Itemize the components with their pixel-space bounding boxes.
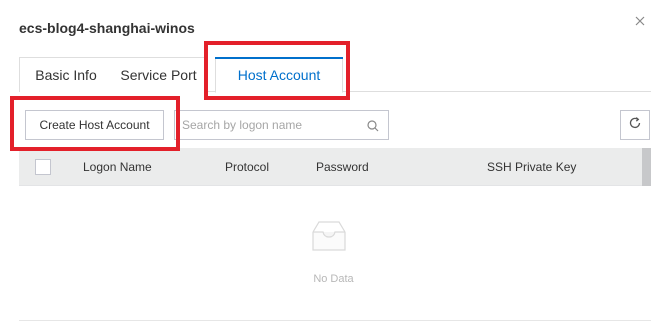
search-icon[interactable] — [366, 119, 380, 133]
search-box — [174, 110, 389, 140]
footer-divider — [19, 320, 651, 321]
scrollbar[interactable] — [642, 148, 651, 186]
search-input[interactable] — [182, 117, 362, 133]
tab-basic-info[interactable]: Basic Info — [19, 57, 113, 92]
column-header-logon-name[interactable]: Logon Name — [83, 160, 152, 174]
close-icon[interactable] — [633, 14, 647, 28]
tab-bar: Basic Info Service Port Host Account — [19, 57, 651, 93]
tab-label: Host Account — [237, 67, 321, 83]
create-host-account-button[interactable]: Create Host Account — [25, 110, 164, 140]
empty-box-icon — [305, 216, 353, 258]
empty-state-text: No Data — [313, 273, 354, 285]
tab-label: Service Port — [120, 67, 197, 83]
refresh-icon — [628, 116, 642, 135]
tab-host-account[interactable]: Host Account — [215, 57, 343, 93]
select-all-checkbox[interactable] — [35, 159, 51, 175]
column-header-password[interactable]: Password — [316, 160, 369, 174]
tab-service-port[interactable]: Service Port — [112, 57, 206, 92]
refresh-button[interactable] — [620, 110, 650, 140]
table-header: Logon Name Protocol Password SSH Private… — [19, 148, 642, 186]
dialog-title: ecs-blog4-shanghai-winos — [19, 20, 195, 36]
column-header-protocol[interactable]: Protocol — [225, 160, 269, 174]
tab-label: Basic Info — [35, 67, 97, 83]
column-header-ssh-private-key[interactable]: SSH Private Key — [487, 160, 576, 174]
create-host-account-label: Create Host Account — [39, 118, 150, 132]
